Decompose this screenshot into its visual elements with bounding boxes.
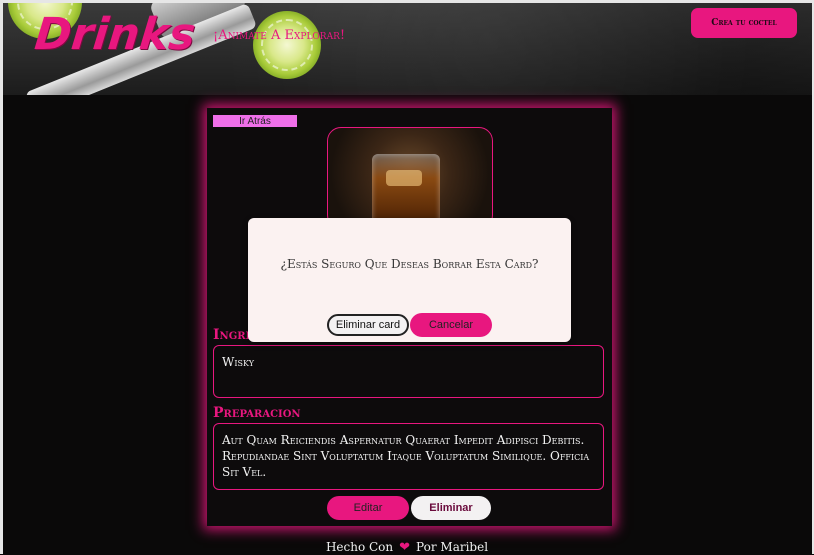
cancel-button[interactable]: Cancelar — [410, 313, 492, 337]
ingredients-box: Wisky — [213, 345, 604, 398]
heart-icon: ❤ — [399, 540, 411, 555]
preparation-title: Preparacion — [213, 405, 301, 421]
confirm-delete-button[interactable]: Eliminar card — [327, 314, 409, 336]
confirm-delete-modal: ¿Estás Seguro Que Deseas Borrar Esta Car… — [248, 218, 571, 342]
edit-button[interactable]: Editar — [327, 496, 409, 520]
header: Drinks ¡Animate A Explorar! Crea tu coct… — [3, 3, 812, 95]
tagline: ¡Animate A Explorar! — [213, 28, 346, 43]
back-button[interactable]: Ir Atrás — [213, 115, 297, 127]
preparation-box: Aut Quam Reiciendis Aspernatur Quaerat I… — [213, 423, 604, 490]
drink-photo — [327, 127, 493, 229]
logo[interactable]: Drinks — [32, 9, 197, 60]
modal-message: ¿Estás Seguro Que Deseas Borrar Esta Car… — [280, 257, 539, 271]
delete-button[interactable]: Eliminar — [411, 496, 491, 520]
footer: Hecho Con ❤ Por Maribel — [0, 540, 814, 555]
lime-image — [253, 11, 321, 79]
ice-image — [386, 170, 422, 186]
footer-made-with: Hecho Con — [325, 540, 394, 554]
footer-author: Por Maribel — [416, 540, 489, 554]
create-cocktail-button[interactable]: Crea tu coctel — [691, 8, 797, 38]
